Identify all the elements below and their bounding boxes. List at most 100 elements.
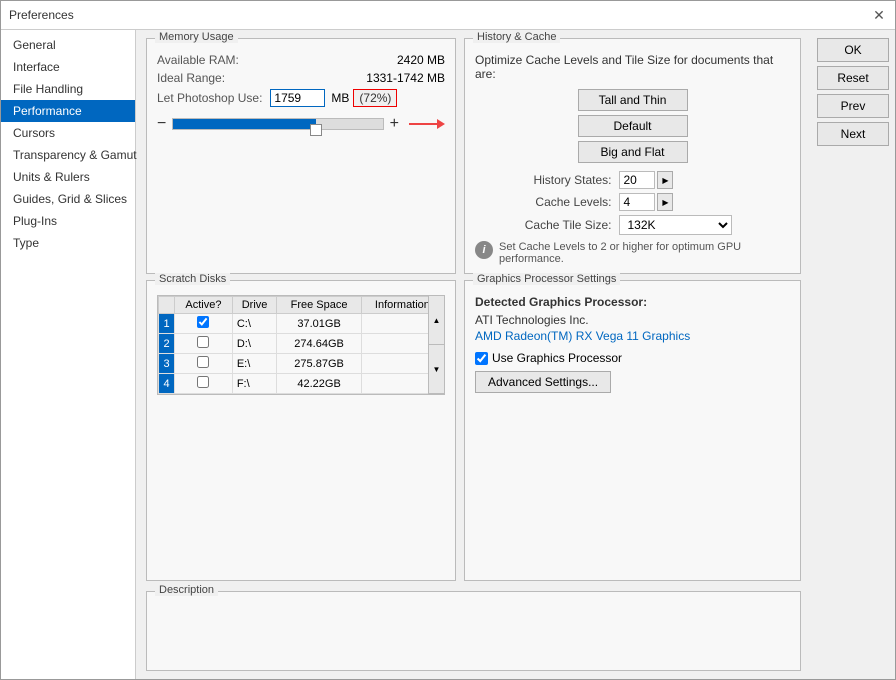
history-panel: History & Cache Optimize Cache Levels an… bbox=[464, 38, 801, 274]
history-states-label: History States: bbox=[475, 173, 611, 187]
row-num-2: 2 bbox=[159, 334, 175, 354]
graphics-panel-title: Graphics Processor Settings bbox=[473, 273, 620, 285]
cache-grid: History States: ▶ Cache Levels: ▶ bbox=[475, 171, 790, 235]
top-panels: Memory Usage Available RAM: 2420 MB Idea… bbox=[146, 38, 801, 274]
table-scroll: Active? Drive Free Space Information bbox=[158, 296, 444, 394]
big-flat-button[interactable]: Big and Flat bbox=[578, 141, 688, 163]
checkbox-3[interactable] bbox=[197, 356, 209, 368]
ok-button[interactable]: OK bbox=[817, 38, 889, 62]
graphics-panel: Graphics Processor Settings Detected Gra… bbox=[464, 280, 801, 581]
row-free-2: 274.64GB bbox=[277, 334, 362, 354]
table-wrapper: Active? Drive Free Space Information bbox=[157, 295, 445, 395]
gpu-note: i Set Cache Levels to 2 or higher for op… bbox=[475, 241, 790, 265]
cache-buttons: Tall and Thin Default Big and Flat bbox=[475, 89, 790, 163]
row-active-4[interactable] bbox=[175, 374, 233, 394]
sidebar-item-guides-grid[interactable]: Guides, Grid & Slices bbox=[1, 188, 135, 210]
let-use-input[interactable] bbox=[270, 89, 325, 107]
available-ram-label: Available RAM: bbox=[157, 53, 239, 67]
description-panel-title: Description bbox=[155, 584, 218, 596]
sidebar-item-cursors[interactable]: Cursors bbox=[1, 122, 135, 144]
col-active: Active? bbox=[175, 297, 233, 314]
table-row: 1 C:\ 37.01GB bbox=[159, 314, 444, 334]
sidebar-item-transparency-gamut[interactable]: Transparency & Gamut bbox=[1, 144, 135, 166]
sidebar-item-type[interactable]: Type bbox=[1, 232, 135, 254]
memory-panel: Memory Usage Available RAM: 2420 MB Idea… bbox=[146, 38, 456, 274]
row-active-3[interactable] bbox=[175, 354, 233, 374]
scroll-down[interactable]: ▼ bbox=[429, 345, 444, 394]
description-panel: Description bbox=[146, 591, 801, 671]
gpu-name: AMD Radeon(TM) RX Vega 11 Graphics bbox=[475, 329, 790, 343]
sidebar-item-performance[interactable]: Performance bbox=[1, 100, 135, 122]
prev-button[interactable]: Prev bbox=[817, 94, 889, 118]
scroll-up[interactable]: ▲ bbox=[429, 296, 444, 345]
cache-tile-select[interactable]: 128K 132K 256K 512K 1024K bbox=[619, 215, 732, 235]
default-button[interactable]: Default bbox=[578, 115, 688, 137]
col-num bbox=[159, 297, 175, 314]
available-ram-row: Available RAM: 2420 MB bbox=[157, 53, 445, 67]
history-states-input[interactable] bbox=[619, 171, 655, 189]
cache-levels-control: ▶ bbox=[619, 193, 732, 211]
table-row: 4 F:\ 42.22GB bbox=[159, 374, 444, 394]
checkbox-4[interactable] bbox=[197, 376, 209, 388]
sidebar: General Interface File Handling Performa… bbox=[1, 30, 136, 679]
row-drive-1: C:\ bbox=[232, 314, 276, 334]
disk-table: Active? Drive Free Space Information bbox=[158, 296, 444, 394]
window-title: Preferences bbox=[9, 8, 74, 22]
table-row: 3 E:\ 275.87GB bbox=[159, 354, 444, 374]
slider-wrapper bbox=[172, 118, 383, 130]
advanced-settings-button[interactable]: Advanced Settings... bbox=[475, 371, 611, 393]
table-row: 2 D:\ 274.64GB bbox=[159, 334, 444, 354]
close-button[interactable]: ✕ bbox=[871, 7, 887, 23]
gpu-note-text: Set Cache Levels to 2 or higher for opti… bbox=[499, 241, 790, 265]
let-use-label: Let Photoshop Use: bbox=[157, 91, 262, 105]
history-states-arrow[interactable]: ▶ bbox=[657, 171, 673, 189]
use-gpu-label: Use Graphics Processor bbox=[492, 351, 622, 365]
history-panel-title: History & Cache bbox=[473, 31, 560, 43]
row-free-4: 42.22GB bbox=[277, 374, 362, 394]
arrow-indicator bbox=[409, 115, 445, 133]
row-free-1: 37.01GB bbox=[277, 314, 362, 334]
slider-plus[interactable]: + bbox=[390, 115, 399, 133]
use-gpu-checkbox[interactable] bbox=[475, 352, 488, 365]
checkbox-2[interactable] bbox=[197, 336, 209, 348]
col-drive: Drive bbox=[232, 297, 276, 314]
let-use-unit: MB bbox=[331, 91, 349, 105]
history-states-control: ▶ bbox=[619, 171, 732, 189]
next-button[interactable]: Next bbox=[817, 122, 889, 146]
title-bar: Preferences ✕ bbox=[1, 1, 895, 30]
slider-thumb[interactable] bbox=[310, 124, 322, 136]
sidebar-item-units-rulers[interactable]: Units & Rulers bbox=[1, 166, 135, 188]
sidebar-item-general[interactable]: General bbox=[1, 34, 135, 56]
row-active-2[interactable] bbox=[175, 334, 233, 354]
sidebar-item-file-handling[interactable]: File Handling bbox=[1, 78, 135, 100]
let-use-row: Let Photoshop Use: MB (72%) bbox=[157, 89, 445, 107]
use-gpu-row: Use Graphics Processor bbox=[475, 351, 790, 365]
col-free: Free Space bbox=[277, 297, 362, 314]
outer-content: Memory Usage Available RAM: 2420 MB Idea… bbox=[136, 30, 895, 679]
cache-levels-input[interactable] bbox=[619, 193, 655, 211]
scratch-panel-title: Scratch Disks bbox=[155, 273, 230, 285]
cache-levels-arrow[interactable]: ▶ bbox=[657, 193, 673, 211]
reset-button[interactable]: Reset bbox=[817, 66, 889, 90]
row-drive-2: D:\ bbox=[232, 334, 276, 354]
right-buttons: OK Reset Prev Next bbox=[811, 30, 895, 679]
slider-track[interactable] bbox=[172, 118, 383, 130]
row-active-1[interactable] bbox=[175, 314, 233, 334]
row-num-3: 3 bbox=[159, 354, 175, 374]
info-icon: i bbox=[475, 241, 493, 259]
preferences-window: Preferences ✕ General Interface File Han… bbox=[0, 0, 896, 680]
scroll-buttons: ▲ ▼ bbox=[428, 296, 444, 394]
row-num-4: 4 bbox=[159, 374, 175, 394]
bottom-panels: Scratch Disks Active? Drive bbox=[146, 280, 801, 581]
detected-label: Detected Graphics Processor: bbox=[475, 295, 790, 309]
memory-slider-container: − + bbox=[157, 115, 445, 133]
tall-thin-button[interactable]: Tall and Thin bbox=[578, 89, 688, 111]
sidebar-item-interface[interactable]: Interface bbox=[1, 56, 135, 78]
ideal-range-row: Ideal Range: 1331-1742 MB bbox=[157, 71, 445, 85]
sidebar-item-plugins[interactable]: Plug-Ins bbox=[1, 210, 135, 232]
gpu-company: ATI Technologies Inc. bbox=[475, 313, 790, 327]
checkbox-1[interactable] bbox=[197, 316, 209, 328]
memory-panel-title: Memory Usage bbox=[155, 31, 238, 43]
slider-minus[interactable]: − bbox=[157, 115, 166, 133]
main-content: General Interface File Handling Performa… bbox=[1, 30, 895, 679]
